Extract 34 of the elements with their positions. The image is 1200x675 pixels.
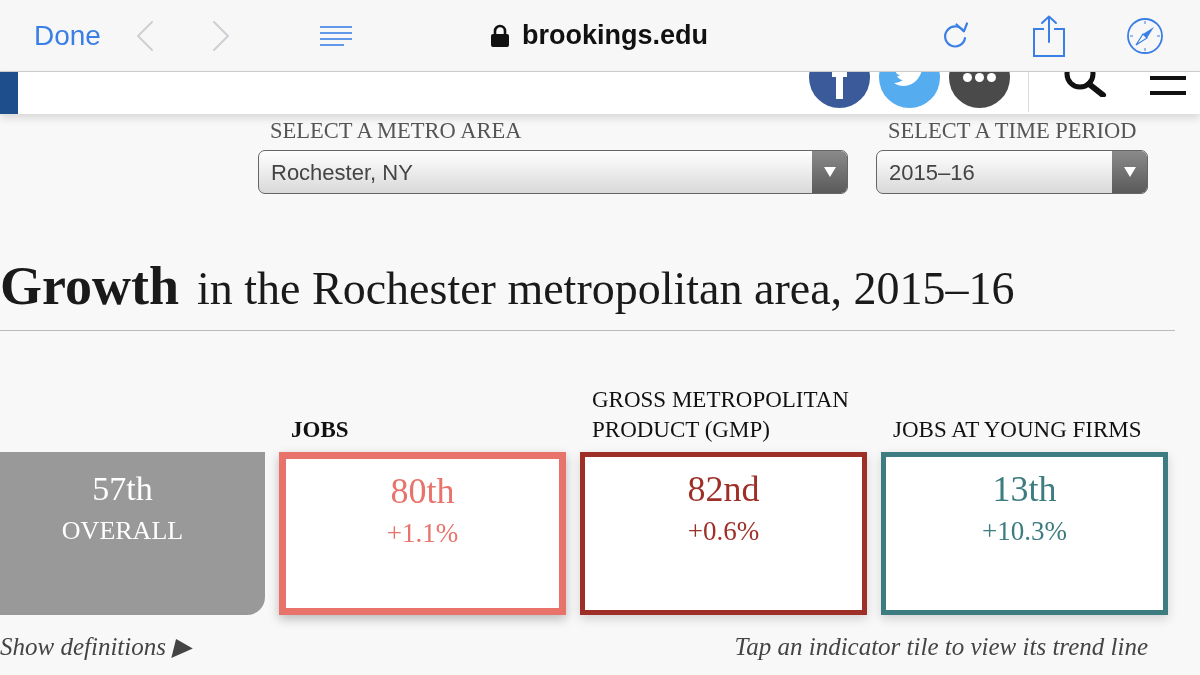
- lock-icon: [490, 24, 509, 47]
- heading-title: Growth: [0, 256, 179, 316]
- reload-icon[interactable]: [942, 21, 968, 50]
- heading-subtitle: in the Rochester metropolitan area, 2015–16: [197, 263, 1015, 315]
- twitter-icon[interactable]: [879, 72, 940, 108]
- brand-bar: [0, 72, 18, 114]
- compass-icon[interactable]: [1127, 17, 1163, 54]
- indicator-label: GROSS METROPOLITAN PRODUCT (GMP): [592, 386, 850, 444]
- show-definitions-link[interactable]: Show definitions ▶: [0, 633, 192, 661]
- overall-label: OVERALL: [61, 515, 184, 547]
- indicator-tile[interactable]: 13th +10.3%: [881, 452, 1168, 615]
- done-button[interactable]: Done: [34, 21, 101, 50]
- indicator-label: JOBS: [291, 416, 349, 444]
- search-icon[interactable]: [1063, 72, 1107, 97]
- reader-view-icon[interactable]: [319, 25, 352, 46]
- more-icon[interactable]: [949, 72, 1010, 108]
- change-text: +10.3%: [982, 515, 1067, 547]
- hint-text: Tap an indicator tile to view its trend line: [734, 633, 1148, 661]
- select-dropdown[interactable]: Rochester, NY: [258, 150, 848, 194]
- change-text: +0.6%: [687, 515, 760, 547]
- selector-label: SELECT A TIME PERIOD: [888, 118, 1138, 144]
- rank-text: 80th: [390, 471, 455, 511]
- indicator-tile[interactable]: 82nd +0.6%: [580, 452, 867, 615]
- indicator-label: JOBS AT YOUNG FIRMS: [893, 416, 1142, 444]
- facebook-icon[interactable]: [809, 72, 870, 108]
- rank-text: 82nd: [687, 469, 760, 509]
- overall-rank: 57th: [92, 469, 153, 509]
- menu-icon[interactable]: [1150, 76, 1186, 95]
- address-text[interactable]: brookings.edu: [521, 22, 708, 49]
- share-icon[interactable]: [1033, 14, 1065, 57]
- change-text: +1.1%: [386, 517, 459, 549]
- selector-label: SELECT A METRO AREA: [270, 118, 523, 144]
- rank-text: 13th: [992, 469, 1057, 509]
- select-dropdown[interactable]: 2015–16: [876, 150, 1148, 194]
